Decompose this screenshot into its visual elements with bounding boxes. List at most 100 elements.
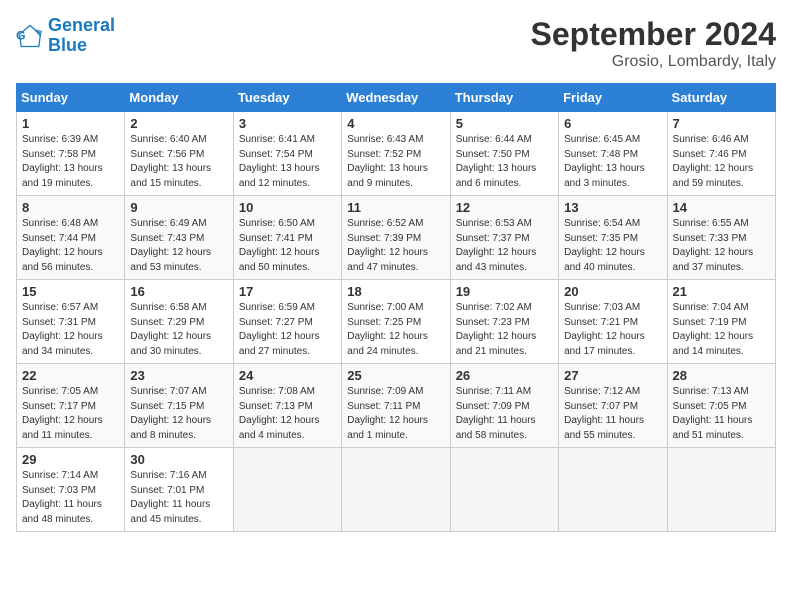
day-info: Sunrise: 7:16 AMSunset: 7:01 PMDaylight:… [130,469,227,527]
calendar-cell: 27 Sunrise: 7:12 AMSunset: 7:07 PMDayligh… [559,364,667,448]
calendar-cell [233,448,341,532]
day-number: 26 [456,368,553,383]
day-number: 19 [456,284,553,299]
day-number: 24 [239,368,336,383]
day-number: 8 [22,200,119,215]
month-title: September 2024 [531,16,776,53]
calendar-cell: 14 Sunrise: 6:55 AMSunset: 7:33 PMDayligh… [667,196,775,280]
day-number: 15 [22,284,119,299]
page-header: G General Blue September 2024 Grosio, Lo… [16,16,776,71]
calendar-cell: 3 Sunrise: 6:41 AMSunset: 7:54 PMDaylight… [233,112,341,196]
day-info: Sunrise: 6:40 AMSunset: 7:56 PMDaylight:… [130,133,227,191]
day-info: Sunrise: 6:59 AMSunset: 7:27 PMDaylight:… [239,301,336,359]
calendar-week-5: 29Sunrise: 7:14 AMSunset: 7:03 PMDayligh… [17,448,776,532]
calendar-cell: 15 Sunrise: 6:57 AMSunset: 7:31 PMDayligh… [17,280,125,364]
day-info: Sunrise: 6:55 AMSunset: 7:33 PMDaylight:… [673,217,770,275]
day-number: 21 [673,284,770,299]
logo-text: General Blue [48,16,115,56]
day-info: Sunrise: 6:48 AMSunset: 7:44 PMDaylight:… [22,217,119,275]
day-info: Sunrise: 6:44 AMSunset: 7:50 PMDaylight:… [456,133,553,191]
calendar-cell: 4 Sunrise: 6:43 AMSunset: 7:52 PMDaylight… [342,112,450,196]
day-info: Sunrise: 6:41 AMSunset: 7:54 PMDaylight:… [239,133,336,191]
calendar-cell: 9 Sunrise: 6:49 AMSunset: 7:43 PMDaylight… [125,196,233,280]
calendar-cell [342,448,450,532]
day-number: 4 [347,116,444,131]
day-number: 9 [130,200,227,215]
day-info: Sunrise: 7:11 AMSunset: 7:09 PMDaylight:… [456,385,553,443]
calendar-cell: 20 Sunrise: 7:03 AMSunset: 7:21 PMDayligh… [559,280,667,364]
calendar-cell: 25 Sunrise: 7:09 AMSunset: 7:11 PMDayligh… [342,364,450,448]
day-info: Sunrise: 7:12 AMSunset: 7:07 PMDaylight:… [564,385,661,443]
day-info: Sunrise: 7:05 AMSunset: 7:17 PMDaylight:… [22,385,119,443]
calendar-cell: 12Sunrise: 6:53 AMSunset: 7:37 PMDayligh… [450,196,558,280]
day-info: Sunrise: 7:03 AMSunset: 7:21 PMDaylight:… [564,301,661,359]
calendar-cell: 5 Sunrise: 6:44 AMSunset: 7:50 PMDaylight… [450,112,558,196]
calendar-cell: 10 Sunrise: 6:50 AMSunset: 7:41 PMDayligh… [233,196,341,280]
calendar-cell: 2Sunrise: 6:40 AMSunset: 7:56 PMDaylight… [125,112,233,196]
calendar-cell: 6Sunrise: 6:45 AMSunset: 7:48 PMDaylight… [559,112,667,196]
day-info: Sunrise: 6:43 AMSunset: 7:52 PMDaylight:… [347,133,444,191]
day-info: Sunrise: 6:49 AMSunset: 7:43 PMDaylight:… [130,217,227,275]
day-number: 25 [347,368,444,383]
day-number: 17 [239,284,336,299]
calendar-cell: 11 Sunrise: 6:52 AMSunset: 7:39 PMDayligh… [342,196,450,280]
col-header-monday: Monday [125,84,233,112]
day-number: 12 [456,200,553,215]
col-header-saturday: Saturday [667,84,775,112]
calendar-cell: 8 Sunrise: 6:48 AMSunset: 7:44 PMDaylight… [17,196,125,280]
col-header-sunday: Sunday [17,84,125,112]
day-number: 1 [22,116,119,131]
col-header-thursday: Thursday [450,84,558,112]
header-row: SundayMondayTuesdayWednesdayThursdayFrid… [17,84,776,112]
location-title: Grosio, Lombardy, Italy [531,53,776,71]
calendar-cell: 23Sunrise: 7:07 AMSunset: 7:15 PMDayligh… [125,364,233,448]
day-info: Sunrise: 7:14 AMSunset: 7:03 PMDaylight:… [22,469,119,527]
day-info: Sunrise: 7:09 AMSunset: 7:11 PMDaylight:… [347,385,444,443]
logo: G General Blue [16,16,115,56]
day-info: Sunrise: 6:57 AMSunset: 7:31 PMDaylight:… [22,301,119,359]
col-header-friday: Friday [559,84,667,112]
calendar-cell: 16 Sunrise: 6:58 AMSunset: 7:29 PMDayligh… [125,280,233,364]
calendar-week-3: 15 Sunrise: 6:57 AMSunset: 7:31 PMDayligh… [17,280,776,364]
day-number: 20 [564,284,661,299]
day-info: Sunrise: 6:52 AMSunset: 7:39 PMDaylight:… [347,217,444,275]
day-info: Sunrise: 7:02 AMSunset: 7:23 PMDaylight:… [456,301,553,359]
day-number: 11 [347,200,444,215]
calendar-cell: 28 Sunrise: 7:13 AMSunset: 7:05 PMDayligh… [667,364,775,448]
day-number: 28 [673,368,770,383]
calendar-table: SundayMondayTuesdayWednesdayThursdayFrid… [16,83,776,532]
day-info: Sunrise: 7:13 AMSunset: 7:05 PMDaylight:… [673,385,770,443]
day-number: 3 [239,116,336,131]
day-number: 22 [22,368,119,383]
col-header-wednesday: Wednesday [342,84,450,112]
calendar-cell: 19 Sunrise: 7:02 AMSunset: 7:23 PMDayligh… [450,280,558,364]
day-number: 30 [130,452,227,467]
calendar-cell: 29Sunrise: 7:14 AMSunset: 7:03 PMDayligh… [17,448,125,532]
day-number: 16 [130,284,227,299]
calendar-cell [667,448,775,532]
day-info: Sunrise: 7:00 AMSunset: 7:25 PMDaylight:… [347,301,444,359]
calendar-cell: 26 Sunrise: 7:11 AMSunset: 7:09 PMDayligh… [450,364,558,448]
calendar-cell: 1 Sunrise: 6:39 AMSunset: 7:58 PMDaylight… [17,112,125,196]
day-info: Sunrise: 6:58 AMSunset: 7:29 PMDaylight:… [130,301,227,359]
calendar-cell: 21 Sunrise: 7:04 AMSunset: 7:19 PMDayligh… [667,280,775,364]
day-number: 27 [564,368,661,383]
day-number: 10 [239,200,336,215]
day-number: 5 [456,116,553,131]
day-info: Sunrise: 7:08 AMSunset: 7:13 PMDaylight:… [239,385,336,443]
calendar-week-4: 22 Sunrise: 7:05 AMSunset: 7:17 PMDayligh… [17,364,776,448]
calendar-week-1: 1 Sunrise: 6:39 AMSunset: 7:58 PMDaylight… [17,112,776,196]
day-number: 6 [564,116,661,131]
day-number: 13 [564,200,661,215]
col-header-tuesday: Tuesday [233,84,341,112]
calendar-cell: 30 Sunrise: 7:16 AMSunset: 7:01 PMDayligh… [125,448,233,532]
day-number: 23 [130,368,227,383]
calendar-cell: 13Sunrise: 6:54 AMSunset: 7:35 PMDayligh… [559,196,667,280]
day-info: Sunrise: 6:50 AMSunset: 7:41 PMDaylight:… [239,217,336,275]
day-number: 14 [673,200,770,215]
calendar-cell: 24 Sunrise: 7:08 AMSunset: 7:13 PMDayligh… [233,364,341,448]
calendar-cell [450,448,558,532]
day-info: Sunrise: 7:04 AMSunset: 7:19 PMDaylight:… [673,301,770,359]
calendar-week-2: 8 Sunrise: 6:48 AMSunset: 7:44 PMDaylight… [17,196,776,280]
day-info: Sunrise: 6:39 AMSunset: 7:58 PMDaylight:… [22,133,119,191]
